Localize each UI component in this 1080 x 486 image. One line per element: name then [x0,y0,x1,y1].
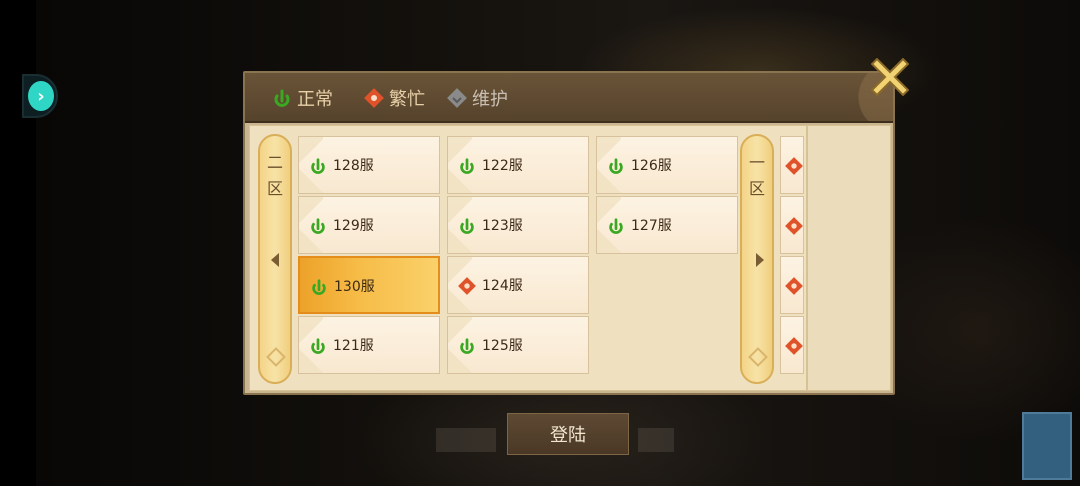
status-busy-icon [364,88,384,108]
left-edge-bar [0,0,36,486]
background-text [638,428,674,452]
server-124[interactable]: 124服 [447,256,589,314]
close-button[interactable] [871,58,909,96]
status-busy-icon [785,157,803,175]
server-name: 122服 [482,158,523,174]
server-129[interactable]: 129服 [298,196,440,254]
status-normal-icon [311,158,325,174]
background-thumbnail [1022,412,1072,480]
legend-normal: 正常 [272,85,333,111]
login-button[interactable]: 登陆 [507,413,629,455]
background-text [436,428,496,452]
status-busy-icon [458,277,476,295]
server-130[interactable]: 130服 [298,256,440,314]
server-list-panel: 二区 128服 129服 130服 121服 122服 123服 124服 12… [249,125,891,391]
zone-tab-right[interactable]: 一区 [740,134,774,384]
server-122[interactable]: 122服 [447,136,589,194]
server-name: 130服 [334,279,375,295]
legend-normal-label: 正常 [297,89,333,110]
partial-server[interactable] [780,136,804,194]
dialog-header: 正常 繁忙 维护 [245,73,893,123]
status-busy-icon [785,217,803,235]
server-name: 124服 [482,278,523,294]
partial-server[interactable] [780,316,804,374]
server-127[interactable]: 127服 [596,196,738,254]
server-name: 128服 [333,158,374,174]
legend-maintenance: 维护 [447,85,508,111]
status-maintenance-icon [447,88,467,108]
server-121[interactable]: 121服 [298,316,440,374]
status-normal-icon [460,158,474,174]
zone-left-label: 二区 [266,153,283,198]
status-normal-icon [311,218,325,234]
partial-server[interactable] [780,256,804,314]
chevron-right-icon: › [28,81,54,111]
close-icon [871,58,909,96]
status-normal-icon [460,218,474,234]
status-normal-icon [274,89,290,107]
zone-tab-left[interactable]: 二区 [258,134,292,384]
status-normal-icon [609,158,623,174]
arrow-right-icon [756,253,764,267]
status-normal-icon [311,338,325,354]
legend-maintenance-label: 维护 [472,89,508,110]
diamond-icon [266,347,286,367]
diamond-icon [748,347,768,367]
server-name: 125服 [482,338,523,354]
server-128[interactable]: 128服 [298,136,440,194]
status-normal-icon [609,218,623,234]
legend-busy: 繁忙 [364,85,425,111]
legend-busy-label: 繁忙 [389,89,425,110]
status-busy-icon [785,277,803,295]
zone-right-label: 一区 [748,153,765,198]
server-name: 127服 [631,218,672,234]
list-right-margin [806,126,890,390]
server-name: 129服 [333,218,374,234]
server-select-dialog: 正常 繁忙 维护 二区 128服 129服 130服 121服 122服 123… [243,71,895,395]
arrow-left-icon [271,253,279,267]
server-name: 123服 [482,218,523,234]
partial-server[interactable] [780,196,804,254]
status-normal-icon [312,279,326,295]
server-name: 121服 [333,338,374,354]
status-normal-icon [460,338,474,354]
server-name: 126服 [631,158,672,174]
server-126[interactable]: 126服 [596,136,738,194]
status-busy-icon [785,337,803,355]
server-123[interactable]: 123服 [447,196,589,254]
server-125[interactable]: 125服 [447,316,589,374]
